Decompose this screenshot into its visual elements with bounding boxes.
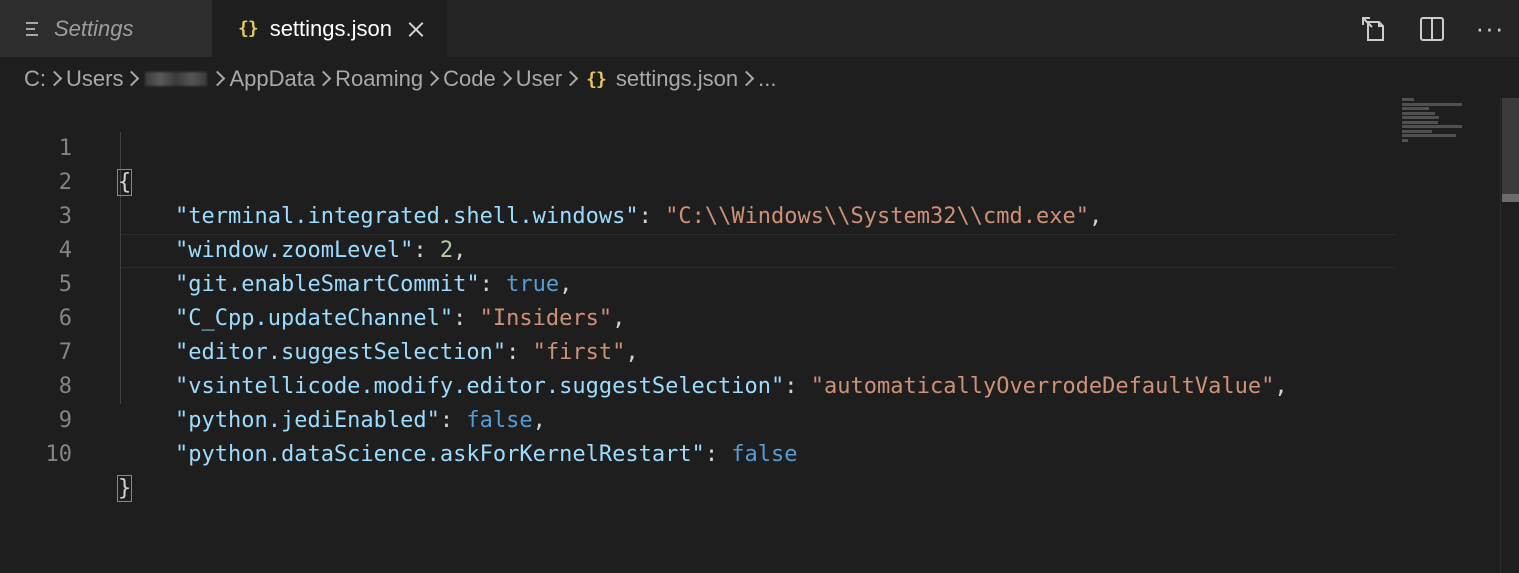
code-line[interactable]: 9 "python.dataScience.askForKernelRestar… <box>0 370 1500 467</box>
split-editor-icon <box>1420 16 1444 41</box>
tab-settings-json[interactable]: {} settings.json <box>212 0 447 57</box>
code-line[interactable]: 2 "terminal.integrated.shell.windows": "… <box>0 132 1500 229</box>
minimap-line <box>1402 102 1502 106</box>
scrollbar-thumb[interactable] <box>1502 98 1519 198</box>
scrollbar-cursor-marker <box>1502 194 1519 202</box>
breadcrumb-item-symbols[interactable]: ... <box>758 66 776 92</box>
breadcrumb-item-roaming[interactable]: Roaming <box>335 66 423 92</box>
open-settings-ui-button[interactable] <box>1345 0 1403 57</box>
minimap-line <box>1402 138 1412 142</box>
minimap-line <box>1402 116 1464 119</box>
chevron-right-icon <box>46 62 66 96</box>
minimap-line <box>1402 134 1492 137</box>
code-line[interactable]: 6 "editor.suggestSelection": "first", <box>0 268 1500 365</box>
code-line[interactable]: 7 "vsintellicode.modify.editor.suggestSe… <box>0 302 1500 399</box>
minimap-line <box>1402 129 1452 133</box>
minimap[interactable] <box>1402 98 1502 143</box>
code-line[interactable]: 3 "window.zoomLevel": 2, <box>0 166 1500 263</box>
code-line[interactable]: 1 { <box>0 98 1500 196</box>
breadcrumb-item-redacted-username[interactable] <box>145 72 208 86</box>
breadcrumb-item-users[interactable]: Users <box>66 66 123 92</box>
vertical-scrollbar[interactable] <box>1500 98 1519 573</box>
chevron-right-icon <box>123 62 143 96</box>
chevron-right-icon <box>738 62 758 96</box>
more-actions-icon: ··· <box>1475 13 1505 43</box>
chevron-right-icon <box>562 62 582 96</box>
breadcrumb-item-user[interactable]: User <box>516 66 562 92</box>
editor-tab-bar: Settings {} settings.json ··· <box>0 0 1519 57</box>
tab-settings[interactable]: Settings <box>0 0 212 57</box>
json-key: "python.dataScience.askForKernelRestart" <box>175 442 705 467</box>
json-braces-icon: {} <box>238 18 259 39</box>
tab-label: settings.json <box>269 15 392 41</box>
editor-actions: ··· <box>1345 0 1519 57</box>
split-editor-button[interactable] <box>1403 0 1461 57</box>
code-line[interactable]: 4 "git.enableSmartCommit": true, <box>0 200 1500 297</box>
line-number: 10 <box>45 442 73 467</box>
settings-lines-icon <box>26 21 42 36</box>
minimap-line <box>1402 120 1462 124</box>
chevron-right-icon <box>496 62 516 96</box>
minimap-line <box>1402 107 1447 110</box>
minimap-line <box>1402 125 1502 128</box>
json-braces-icon: {} <box>586 68 607 90</box>
chevron-right-icon <box>423 62 443 96</box>
breadcrumb-item-appdata[interactable]: AppData <box>229 66 315 92</box>
code-line[interactable]: 10 } <box>0 404 1500 502</box>
breadcrumb-item-code[interactable]: Code <box>443 66 496 92</box>
minimap-line <box>1402 111 1457 115</box>
chevron-right-icon <box>315 62 335 96</box>
breadcrumb-item-file[interactable]: settings.json <box>616 66 738 92</box>
close-brace: } <box>116 475 133 502</box>
minimap-line <box>1402 98 1422 101</box>
breadcrumb: C: Users AppData Roaming Code User {} se… <box>24 62 777 96</box>
json-colon: : <box>704 442 732 467</box>
breadcrumb-item-drive[interactable]: C: <box>24 66 46 92</box>
more-actions-button[interactable]: ··· <box>1461 0 1519 57</box>
close-icon[interactable] <box>406 19 426 39</box>
code-editor[interactable]: 1 { 2 "terminal.integrated.shell.windows… <box>0 98 1500 573</box>
open-settings-ui-icon <box>1362 16 1384 41</box>
code-line[interactable]: 8 "python.jediEnabled": false, <box>0 336 1500 433</box>
chevron-right-icon <box>209 62 229 96</box>
code-line[interactable]: 5 "C_Cpp.updateChannel": "Insiders", <box>0 234 1500 331</box>
json-value: false <box>731 442 798 467</box>
tab-label: Settings <box>54 15 134 41</box>
